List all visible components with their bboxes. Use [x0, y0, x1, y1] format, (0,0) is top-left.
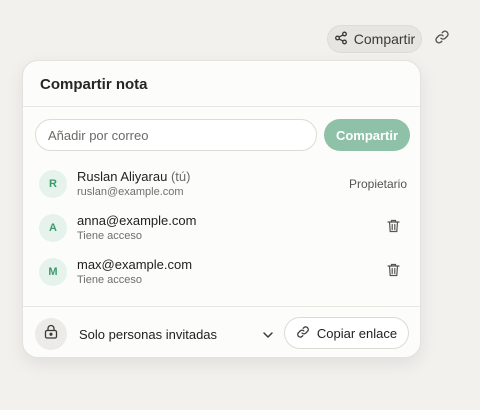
share-button-label: Compartir	[353, 31, 416, 47]
trash-icon	[386, 263, 400, 282]
member-name: Ruslan Aliyarau (tú)	[77, 169, 191, 184]
dialog-title: Compartir nota	[40, 76, 148, 93]
member-access-status: Tiene acceso	[77, 230, 143, 242]
lock-icon	[44, 324, 58, 344]
share-icon	[334, 31, 348, 48]
link-icon	[434, 29, 450, 50]
share-button[interactable]: Compartir	[327, 25, 422, 53]
member-access-status: Tiene acceso	[77, 274, 143, 286]
avatar: R	[39, 170, 67, 198]
access-level-value: Solo personas invitadas	[79, 326, 218, 342]
link-button[interactable]	[431, 28, 453, 50]
remove-member-button[interactable]	[385, 219, 401, 238]
member-row: M max@example.com Tiene acceso	[37, 254, 407, 290]
remove-member-button[interactable]	[385, 263, 401, 282]
member-row-owner: R Ruslan Aliyarau (tú) ruslan@example.co…	[37, 166, 407, 202]
member-name: anna@example.com	[77, 213, 197, 228]
divider	[23, 106, 420, 107]
access-lock-badge	[35, 318, 67, 350]
divider	[23, 306, 420, 307]
member-name: max@example.com	[77, 257, 193, 272]
link-icon	[296, 325, 310, 342]
owner-role-label: Propietario	[348, 177, 407, 191]
member-email: ruslan@example.com	[77, 186, 184, 198]
share-submit-button[interactable]: Compartir	[324, 119, 410, 151]
avatar: M	[39, 258, 67, 286]
member-row: A anna@example.com Tiene acceso	[37, 210, 407, 246]
email-input[interactable]	[35, 119, 317, 151]
access-level-select[interactable]: Solo personas invitadas	[79, 323, 274, 345]
you-tag: (tú)	[170, 169, 191, 184]
copy-link-button[interactable]: Copiar enlace	[284, 317, 409, 349]
trash-icon	[386, 219, 400, 238]
chevron-down-icon	[262, 327, 274, 342]
avatar: A	[39, 214, 67, 242]
copy-link-label: Copiar enlace	[316, 325, 398, 341]
share-note-dialog: Compartir nota Compartir R Ruslan Aliyar…	[22, 60, 421, 358]
